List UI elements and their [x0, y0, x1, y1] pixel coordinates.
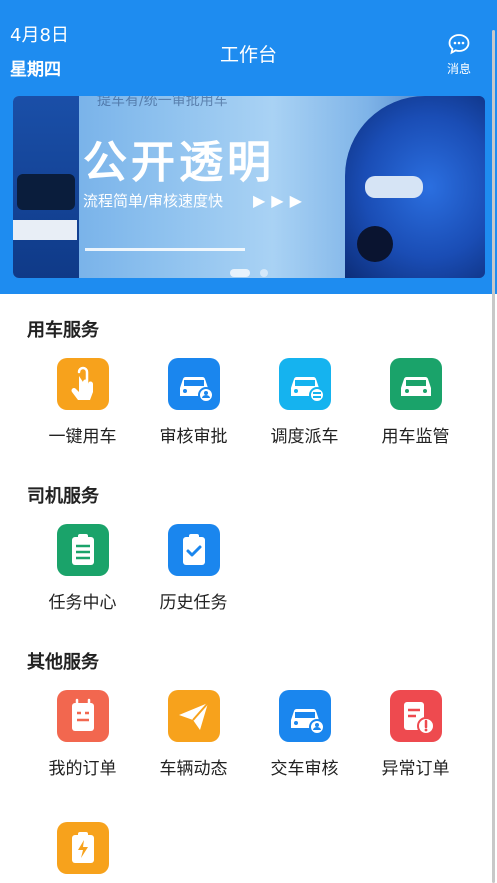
carousel-dot-active[interactable]: [230, 268, 251, 277]
service-label: 历史任务: [159, 593, 228, 613]
service-label: 调度派车: [270, 427, 339, 447]
carousel-indicator: [13, 262, 485, 278]
charge-icon: [56, 822, 109, 874]
service-label: 用车监管: [381, 427, 450, 447]
service-car-return-review[interactable]: 交车审核: [249, 690, 360, 779]
service-label: 我的订单: [48, 759, 117, 779]
scrollbar[interactable]: [492, 30, 495, 883]
service-review-approve[interactable]: 审核审批: [138, 358, 249, 447]
service-vehicle-status[interactable]: 车辆动态: [138, 690, 249, 779]
service-label: 车辆动态: [159, 759, 228, 779]
order-icon: [56, 690, 109, 742]
section-title-other-service: 其他服务: [27, 652, 99, 673]
banner-underline: [85, 248, 245, 251]
abnormal-order-icon: [389, 690, 442, 742]
car-approve-icon: [167, 358, 220, 410]
car-monitor-icon: [389, 358, 442, 410]
banner-subline: 流程简单/审核速度快: [83, 192, 224, 210]
banner-arrows: ▶▶▶: [253, 191, 308, 210]
service-label: 审核审批: [159, 427, 228, 447]
section-title-vehicle-service: 用车服务: [27, 320, 99, 341]
service-dispatch-car[interactable]: 调度派车: [249, 358, 360, 447]
promo-banner[interactable]: 提车有/统一审批用车 公开透明 流程简单/审核速度快 ▶▶▶: [13, 96, 485, 278]
banner-headline: 公开透明: [83, 137, 275, 188]
message-label: 消息: [446, 62, 471, 76]
carousel-dot[interactable]: [259, 268, 268, 277]
banner-car-right-image: [345, 96, 485, 278]
page-title: 工作台: [219, 44, 277, 66]
service-label: 异常订单: [381, 759, 450, 779]
clipboard-check-icon: [167, 524, 220, 576]
finger-tap-icon: [56, 358, 109, 410]
section-title-driver-service: 司机服务: [27, 486, 99, 507]
service-task-center[interactable]: 任务中心: [27, 524, 138, 613]
message-button[interactable]: 消息: [443, 32, 475, 77]
service-one-click-car[interactable]: 一键用车: [27, 358, 138, 447]
chat-bubble-icon: [448, 34, 470, 55]
car-dispatch-icon: [278, 358, 331, 410]
service-my-orders[interactable]: 我的订单: [27, 690, 138, 779]
banner-top-text: 提车有/统一审批用车: [97, 96, 228, 109]
car-return-icon: [278, 690, 331, 742]
service-panel: 用车服务 一键用车 审核审批 调度派车 用车监管 司机服务 任务中心 历史任务 …: [13, 294, 485, 883]
service-label: 任务中心: [48, 593, 117, 613]
service-label: 交车审核: [270, 759, 339, 779]
service-label: 一键用车: [48, 427, 117, 447]
banner-car-left-image: [13, 96, 79, 278]
service-history-task[interactable]: 历史任务: [138, 524, 249, 613]
service-charging[interactable]: [27, 822, 138, 883]
service-abnormal-orders[interactable]: 异常订单: [360, 690, 471, 779]
service-car-monitor[interactable]: 用车监管: [360, 358, 471, 447]
task-list-icon: [56, 524, 109, 576]
paper-plane-icon: [167, 690, 220, 742]
